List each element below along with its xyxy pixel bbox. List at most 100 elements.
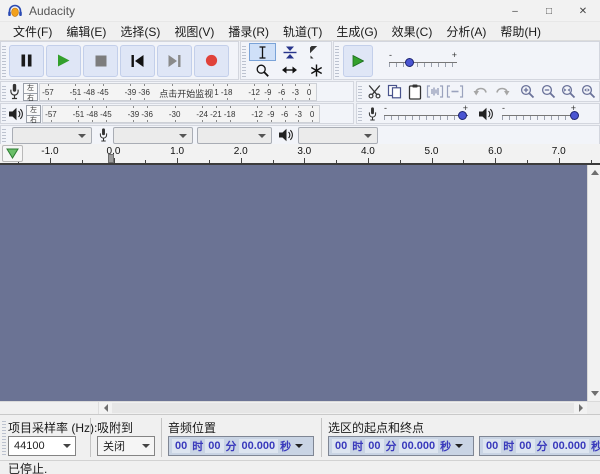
selection-toolbar: 项目采样率 (Hz): 44100 吸附到 关闭 音频位置 00 时 00 分 … xyxy=(0,414,600,460)
zoom-out-button[interactable] xyxy=(538,82,558,102)
time-hours[interactable]: 00 xyxy=(483,439,501,453)
dropdown-arrow-icon[interactable] xyxy=(455,444,463,448)
toolbar-grip[interactable] xyxy=(242,44,246,77)
redo-button[interactable] xyxy=(492,82,512,102)
recording-volume-slider[interactable]: - + xyxy=(384,105,468,123)
menu-file[interactable]: 文件(F) xyxy=(6,22,59,41)
paste-button[interactable] xyxy=(405,82,425,102)
toolbar-grip[interactable] xyxy=(2,420,6,455)
time-seconds-unit: 秒 xyxy=(590,438,600,454)
recording-channels-dropdown[interactable] xyxy=(197,127,272,144)
play-at-speed-button[interactable] xyxy=(343,45,373,77)
meter-db-label: -12 xyxy=(248,88,260,97)
maximize-button[interactable]: □ xyxy=(532,0,566,22)
scroll-left-button[interactable] xyxy=(99,402,112,414)
time-seconds[interactable]: 00.000 xyxy=(550,439,590,453)
toolbar-grip[interactable] xyxy=(358,84,362,99)
scroll-right-button[interactable] xyxy=(574,402,587,414)
pause-button[interactable] xyxy=(9,45,44,77)
scroll-down-icon[interactable] xyxy=(591,391,599,396)
recording-meter[interactable]: 0-3-6-9-12-18-21-24-30-36-39-45-48-51-57… xyxy=(39,83,317,101)
menu-edit[interactable]: 编辑(E) xyxy=(59,22,113,41)
skip-to-end-button[interactable] xyxy=(157,45,192,77)
zoom-in-button[interactable] xyxy=(518,82,538,102)
silence-selection-button[interactable] xyxy=(445,82,465,102)
toolbar-grip[interactable] xyxy=(2,128,6,142)
snap-to-dropdown[interactable]: 关闭 xyxy=(97,436,155,456)
undo-button[interactable] xyxy=(471,82,491,102)
playback-device-dropdown[interactable] xyxy=(298,127,378,144)
dropdown-arrow-icon[interactable] xyxy=(295,444,303,448)
minimize-button[interactable]: – xyxy=(498,0,532,22)
toolbar-grip[interactable] xyxy=(358,106,362,121)
menu-generate[interactable]: 生成(G) xyxy=(329,22,384,41)
menu-help[interactable]: 帮助(H) xyxy=(493,22,548,41)
pinned-playhead-button[interactable] xyxy=(2,145,23,162)
time-hours[interactable]: 00 xyxy=(332,439,350,453)
multi-tool-button[interactable] xyxy=(303,61,330,79)
pause-icon xyxy=(20,54,33,67)
slider-minus-label: - xyxy=(389,51,392,60)
selection-end-field[interactable]: 00 时 00 分 00.000 秒 xyxy=(479,436,600,456)
time-hours[interactable]: 00 xyxy=(172,439,190,453)
playback-volume-slider[interactable]: - + xyxy=(502,105,576,123)
zoom-tool-icon xyxy=(256,64,269,77)
scroll-up-icon[interactable] xyxy=(591,170,599,175)
zoom-tool-button[interactable] xyxy=(249,61,276,79)
time-shift-tool-button[interactable] xyxy=(276,61,303,79)
meter-tick xyxy=(51,120,52,122)
vertical-scrollbar[interactable] xyxy=(587,165,600,401)
close-button[interactable]: ✕ xyxy=(566,0,600,22)
zoom-to-selection-icon xyxy=(561,84,576,99)
toolbar-grip[interactable] xyxy=(335,44,339,77)
menu-transport[interactable]: 播录(R) xyxy=(221,22,276,41)
ruler-tick xyxy=(559,158,560,163)
toolbar-grip[interactable] xyxy=(2,44,6,77)
time-seconds[interactable]: 00.000 xyxy=(239,439,279,453)
stop-button[interactable] xyxy=(83,45,118,77)
zoom-to-selection-button[interactable] xyxy=(558,82,578,102)
menu-analyze[interactable]: 分析(A) xyxy=(439,22,493,41)
record-button[interactable] xyxy=(194,45,229,77)
time-minutes[interactable]: 00 xyxy=(205,439,223,453)
envelope-tool-button[interactable] xyxy=(276,43,303,61)
audio-host-dropdown[interactable] xyxy=(12,127,92,144)
menu-select[interactable]: 选择(S) xyxy=(113,22,167,41)
speaker-icon[interactable] xyxy=(8,107,24,121)
redo-icon xyxy=(494,86,510,97)
mixer-toolbar: - + - + xyxy=(356,103,600,124)
time-minutes[interactable]: 00 xyxy=(516,439,534,453)
selection-start-field[interactable]: 00 时 00 分 00.000 秒 xyxy=(328,436,474,456)
skip-to-start-button[interactable] xyxy=(120,45,155,77)
horizontal-scrollbar[interactable] xyxy=(0,401,600,414)
time-seconds[interactable]: 00.000 xyxy=(399,439,439,453)
slider-thumb[interactable] xyxy=(570,111,579,120)
project-rate-dropdown[interactable]: 44100 xyxy=(8,436,76,456)
menu-effect[interactable]: 效果(C) xyxy=(385,22,440,41)
toolbar-grip[interactable] xyxy=(2,84,6,99)
slider-thumb[interactable] xyxy=(405,58,414,67)
zoom-to-fit-button[interactable] xyxy=(579,82,599,102)
meter-monitor-hint[interactable]: 点击开始监视 xyxy=(157,87,215,100)
menu-view[interactable]: 视图(V) xyxy=(167,22,221,41)
audio-position-field[interactable]: 00 时 00 分 00.000 秒 xyxy=(168,436,314,456)
playback-meter[interactable]: 0-3-6-9-12-18-21-24-30-36-39-45-48-51-57 xyxy=(42,105,320,123)
toolbar-grip[interactable] xyxy=(2,106,6,121)
cut-button[interactable] xyxy=(364,82,384,102)
slider-thumb[interactable] xyxy=(458,111,467,120)
play-button[interactable] xyxy=(46,45,81,77)
title-bar: Audacity – □ ✕ xyxy=(0,0,600,22)
scroll-left-icon xyxy=(104,404,108,412)
play-speed-slider[interactable]: - + xyxy=(389,52,457,70)
menu-tracks[interactable]: 轨道(T) xyxy=(276,22,329,41)
time-minutes[interactable]: 00 xyxy=(365,439,383,453)
copy-button[interactable] xyxy=(384,82,404,102)
playhead-marker[interactable] xyxy=(108,154,114,163)
draw-tool-button[interactable] xyxy=(303,43,330,61)
timeline-ruler[interactable]: -1.00.01.02.03.04.05.06.07.0 xyxy=(0,144,600,163)
selection-tool-button[interactable] xyxy=(249,43,276,61)
trim-outside-selection-button[interactable] xyxy=(425,82,445,102)
recording-device-dropdown[interactable] xyxy=(113,127,193,144)
horizontal-scroll-thumb[interactable] xyxy=(112,403,574,413)
microphone-icon[interactable] xyxy=(8,83,21,100)
